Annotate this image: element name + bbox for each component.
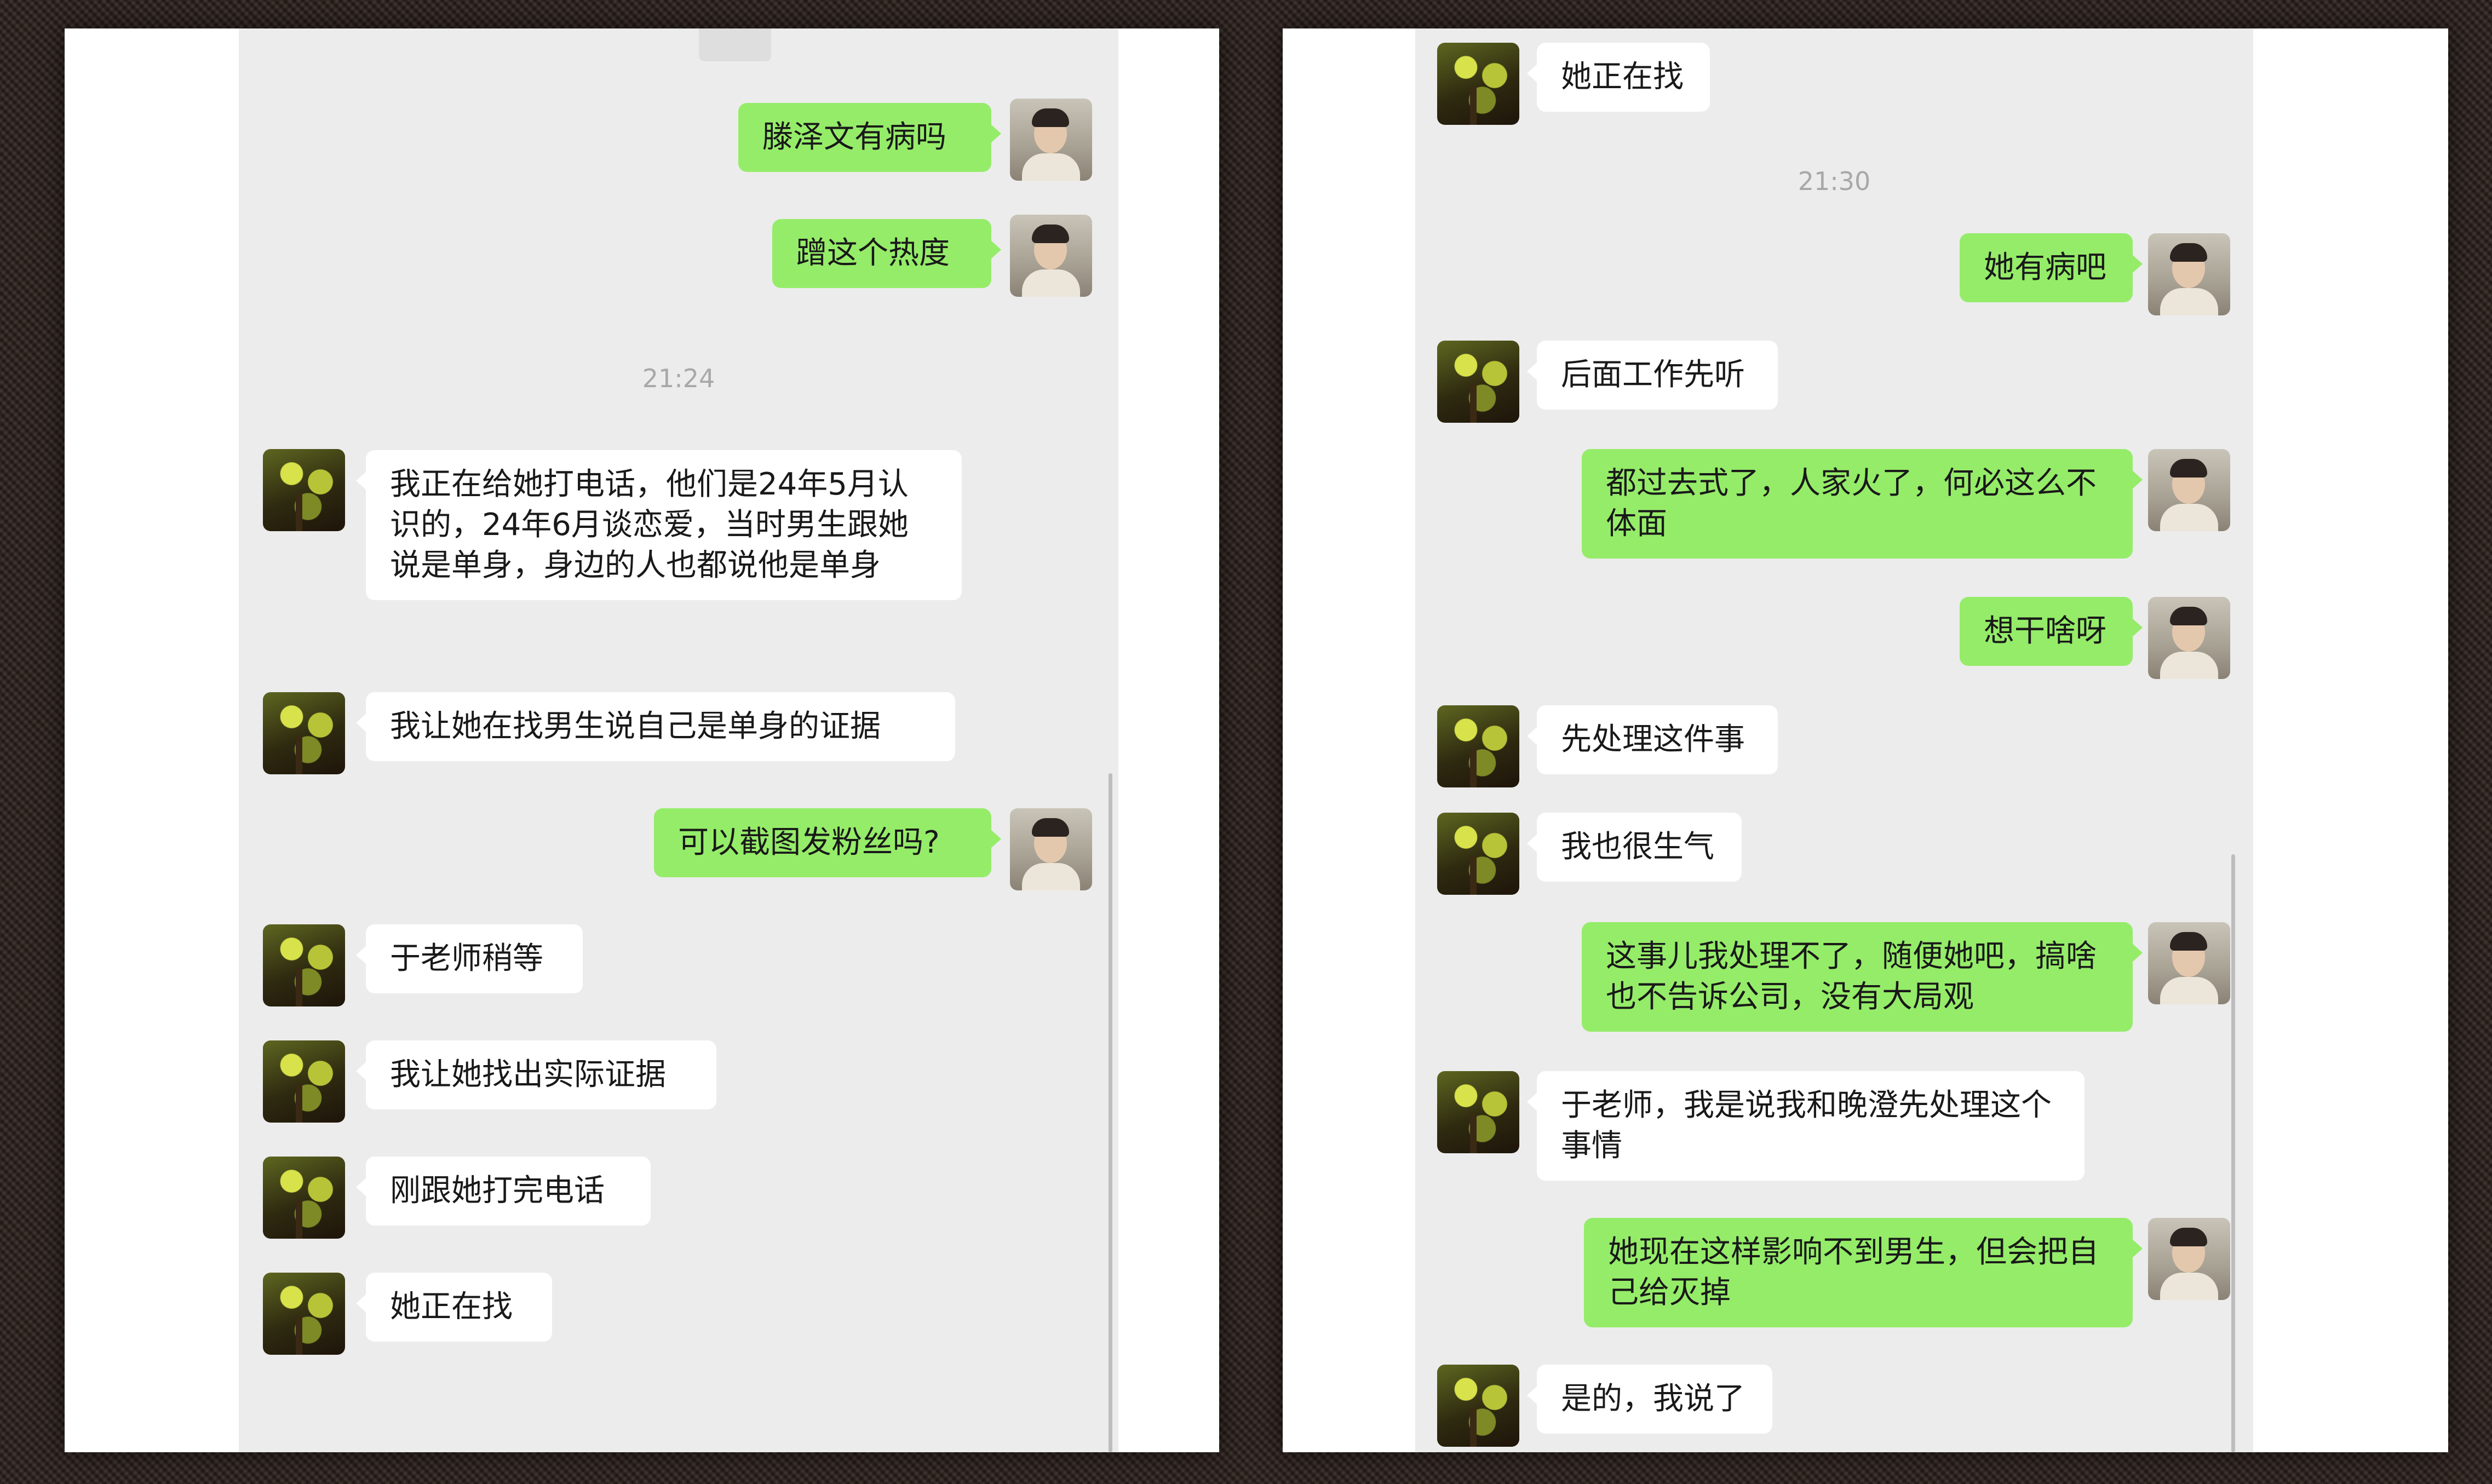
message-bubble-contact[interactable]: 我让她找出实际证据 [356, 1040, 716, 1109]
contact-avatar[interactable] [263, 1273, 345, 1355]
contact-avatar[interactable] [1437, 341, 1519, 423]
contact-avatar[interactable] [263, 1157, 345, 1239]
timestamp: 21:24 [642, 364, 715, 393]
contact-avatar[interactable] [1437, 43, 1519, 125]
message-row: 是的，我说了 [1415, 1365, 2253, 1447]
message-row: 后面工作先听 [1415, 341, 2253, 423]
message-bubble-mine[interactable]: 这事儿我处理不了，随便她吧，搞啥也不告诉公司，没有大局观 [1582, 922, 2143, 1032]
my-avatar[interactable] [1010, 808, 1092, 890]
chat-area-right[interactable]: 她正在找 21:30 她有病吧 后面工作先听 都过去式了，人家火了，何必这么不体… [1415, 28, 2253, 1452]
message-row: 于老师，我是说我和晚澄先处理这个事情 [1415, 1071, 2253, 1192]
message-row: 刚跟她打完电话 [239, 1157, 1118, 1239]
contact-avatar[interactable] [263, 449, 345, 531]
message-bubble-contact[interactable]: 她正在找 [356, 1273, 552, 1342]
message-row: 滕泽文有病吗 [239, 99, 1118, 186]
message-row: 想干啥呀 [1415, 597, 2253, 679]
message-bubble-mine[interactable]: 她现在这样影响不到男生，但会把自己给灭掉 [1584, 1218, 2143, 1327]
message-bubble-mine[interactable]: 她有病吧 [1960, 233, 2143, 302]
message-row: 她有病吧 [1415, 233, 2253, 315]
chat-area-left[interactable]: 滕泽文有病吗 蹭这个热度 21:24 我正在给她打电话，他们是24年5月认识的，… [239, 28, 1118, 1452]
message-bubble-mine[interactable]: 都过去式了，人家火了，何必这么不体面 [1582, 449, 2143, 559]
message-bubble-contact[interactable]: 刚跟她打完电话 [356, 1157, 651, 1226]
message-bubble-contact[interactable]: 我让她在找男生说自己是单身的证据 [356, 692, 955, 761]
contact-avatar[interactable] [263, 924, 345, 1006]
message-row: 她正在找 [239, 1273, 1118, 1355]
message-bubble-mine[interactable]: 想干啥呀 [1960, 597, 2143, 666]
message-bubble-mine[interactable]: 滕泽文有病吗 [738, 103, 1001, 172]
contact-avatar[interactable] [1437, 1071, 1519, 1153]
message-row: 我也很生气 [1415, 813, 2253, 895]
top-indicator [699, 28, 771, 61]
message-bubble-mine[interactable]: 蹭这个热度 [772, 219, 1001, 288]
message-row: 可以截图发粉丝吗? [239, 808, 1118, 890]
contact-avatar[interactable] [263, 692, 345, 774]
message-row: 于老师稍等 [239, 924, 1118, 1006]
contact-avatar[interactable] [1437, 705, 1519, 787]
message-bubble-contact[interactable]: 后面工作先听 [1527, 341, 1778, 410]
message-row: 我让她找出实际证据 [239, 1040, 1118, 1123]
message-row: 先处理这件事 [1415, 705, 2253, 787]
my-avatar[interactable] [1010, 99, 1092, 181]
message-row: 我正在给她打电话，他们是24年5月认识的，24年6月谈恋爱，当时男生跟她说是单身… [239, 418, 1118, 626]
message-row: 我让她在找男生说自己是单身的证据 [239, 692, 1118, 774]
right-screenshot-panel: 她正在找 21:30 她有病吧 后面工作先听 都过去式了，人家火了，何必这么不体… [1283, 28, 2448, 1452]
contact-avatar[interactable] [1437, 1365, 1519, 1447]
message-bubble-contact[interactable]: 先处理这件事 [1527, 705, 1778, 774]
message-bubble-contact[interactable]: 是的，我说了 [1527, 1365, 1772, 1434]
message-row: 这事儿我处理不了，随便她吧，搞啥也不告诉公司，没有大局观 [1415, 922, 2253, 1043]
contact-avatar[interactable] [1437, 813, 1519, 895]
message-bubble-contact[interactable]: 我正在给她打电话，他们是24年5月认识的，24年6月谈恋爱，当时男生跟她说是单身… [356, 450, 962, 600]
left-screenshot-panel: 滕泽文有病吗 蹭这个热度 21:24 我正在给她打电话，他们是24年5月认识的，… [65, 28, 1219, 1452]
message-bubble-mine[interactable]: 可以截图发粉丝吗? [654, 808, 1001, 877]
my-avatar[interactable] [2148, 449, 2230, 531]
message-bubble-contact[interactable]: 我也很生气 [1527, 813, 1742, 882]
my-avatar[interactable] [2148, 597, 2230, 679]
timestamp: 21:30 [1798, 166, 1871, 196]
my-avatar[interactable] [2148, 922, 2230, 1004]
my-avatar[interactable] [1010, 215, 1092, 297]
message-row: 蹭这个热度 [239, 215, 1118, 302]
message-bubble-contact[interactable]: 于老师，我是说我和晚澄先处理这个事情 [1527, 1071, 2085, 1181]
my-avatar[interactable] [2148, 233, 2230, 315]
message-row: 她现在这样影响不到男生，但会把自己给灭掉 [1415, 1218, 2253, 1338]
message-bubble-contact[interactable]: 她正在找 [1527, 43, 1710, 112]
message-row: 她正在找 [1415, 43, 2253, 125]
message-bubble-contact[interactable]: 于老师稍等 [356, 924, 583, 993]
message-row: 都过去式了，人家火了，何必这么不体面 [1415, 449, 2253, 570]
contact-avatar[interactable] [263, 1040, 345, 1123]
my-avatar[interactable] [2148, 1218, 2230, 1300]
